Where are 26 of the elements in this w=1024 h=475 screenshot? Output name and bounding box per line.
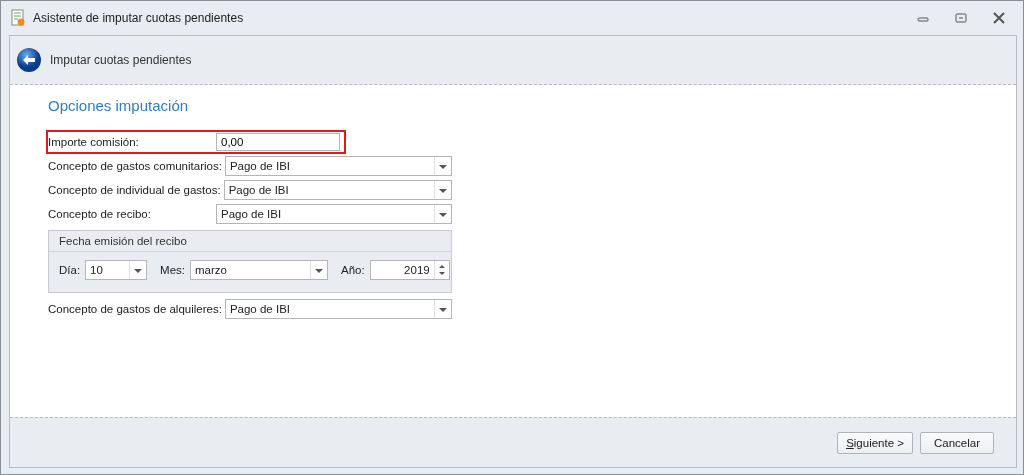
dropdown[interactable]: Pago de IBI xyxy=(224,156,452,176)
section-title: Opciones imputación xyxy=(48,97,190,114)
dialog-button[interactable]: Cancelar xyxy=(920,431,994,454)
field-label: Año: xyxy=(341,264,365,276)
close-icon[interactable] xyxy=(992,12,1006,24)
field-label: Mes: xyxy=(160,264,185,276)
field-label: Importe comisión: xyxy=(48,136,140,148)
dropdown[interactable]: marzo xyxy=(190,260,328,280)
window-title: Asistente de imputar cuotas pendientes xyxy=(33,11,244,25)
field-label: Día: xyxy=(59,264,81,276)
group-title: Fecha emisión del recibo xyxy=(49,231,451,252)
field-label: Concepto de recibo: xyxy=(48,208,152,220)
field-label: Concepto de individual de gastos: xyxy=(48,184,222,196)
header-title: Imputar cuotas pendientes xyxy=(50,53,192,67)
app-icon xyxy=(9,9,27,27)
dropdown[interactable]: Pago de IBI xyxy=(223,180,452,200)
dialog-button[interactable]: Siguiente > xyxy=(837,431,913,454)
dropdown[interactable]: 10 xyxy=(85,260,148,280)
input-field[interactable]: 0,00 xyxy=(216,133,340,151)
dropdown[interactable]: Pago de IBI xyxy=(216,204,452,224)
maximize-icon[interactable] xyxy=(954,13,968,23)
dropdown[interactable]: Pago de IBI xyxy=(224,299,452,319)
back-icon[interactable] xyxy=(16,47,42,73)
spin-field[interactable]: 2019 xyxy=(369,260,450,280)
field-label: Concepto de gastos de alquileres: xyxy=(48,303,223,315)
field-label: Concepto de gastos comunitarios: xyxy=(48,160,223,172)
